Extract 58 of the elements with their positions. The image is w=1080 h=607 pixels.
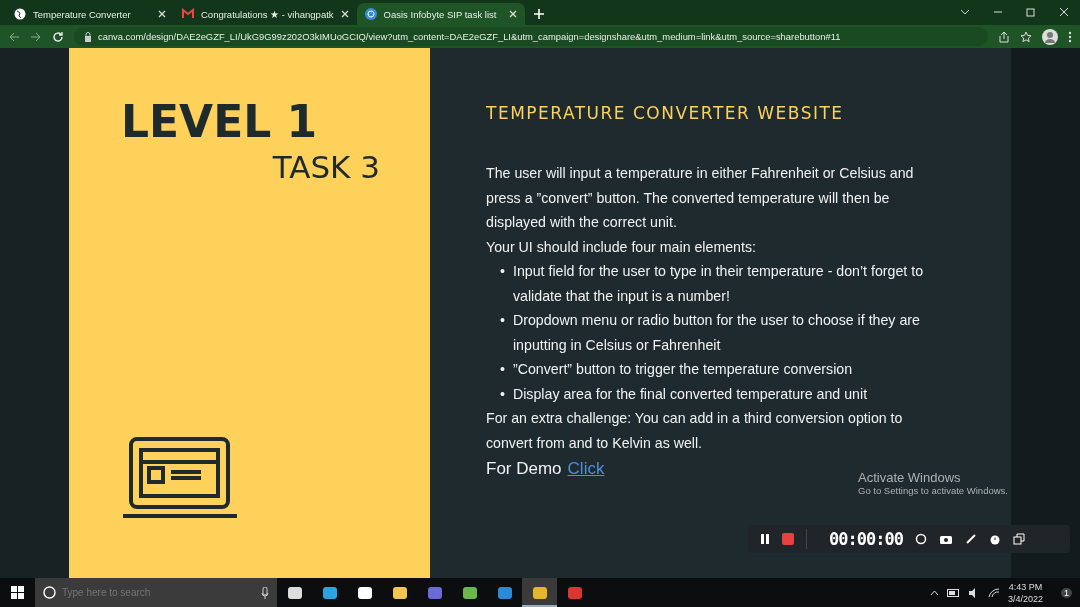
close-icon[interactable] <box>1058 6 1069 17</box>
pause-icon[interactable] <box>760 533 770 545</box>
search-icon <box>43 586 56 599</box>
taskbar-app[interactable] <box>522 578 557 607</box>
task-title: TASK 3 <box>272 149 380 185</box>
level-title: LEVEL 1 <box>121 96 319 147</box>
bullet-item: Input field for the user to type in their temperature - don’t forget to validate that the input is a number! <box>512 262 925 306</box>
close-icon[interactable] <box>340 10 349 18</box>
restore-icon[interactable] <box>1025 6 1036 17</box>
timer-icon[interactable] <box>988 533 1001 545</box>
bullet-marker: • <box>500 384 505 404</box>
activation-title: Activate Windows <box>858 470 962 485</box>
circle-icon[interactable] <box>914 533 927 545</box>
close-icon[interactable] <box>158 10 166 18</box>
demo-label: For Demo <box>486 459 562 479</box>
browser-tab[interactable]: Oasis Infobyte SIP task list <box>356 3 525 25</box>
bullet-item: Dropdown menu or radio button for the user to choose if they are inputting in Celsius or Fahrenheit <box>512 311 921 355</box>
camera-icon[interactable] <box>938 533 953 545</box>
notification-button[interactable]: 1 <box>1061 587 1072 598</box>
activation-subtitle: Go to Settings to activate Windows. <box>858 485 1008 496</box>
forward-icon[interactable] <box>30 30 42 43</box>
bullet-marker: • <box>500 262 505 281</box>
chevron-up-icon <box>929 589 939 596</box>
demo-link[interactable]: Click <box>567 459 605 479</box>
battery-icon <box>946 588 960 597</box>
microphone-icon <box>261 586 269 599</box>
mail-icon <box>182 8 194 20</box>
url-text: canva.com/design/DAE2eGZF_LI/UkG9G99z202O3kIMUoGCIQ/view?utm_content=DAE2eGZF_LI&utm_campaign=designshare&utm_medium=link&utm_source=sharebutton#11 <box>98 31 841 42</box>
body-paragraph: For an extra challenge: You can add in a third conversion option to convert from and to Kelvin as well. <box>486 409 904 453</box>
windows-start-icon[interactable] <box>11 586 24 599</box>
laptop-icon <box>121 436 239 520</box>
bullet-item: ”Convert” button to trigger the temperature conversion <box>512 360 853 379</box>
star-icon[interactable] <box>1020 30 1032 43</box>
close-icon[interactable] <box>508 10 517 18</box>
slide-heading: TEMPERATURE CONVERTER WEBSITE <box>486 103 845 123</box>
share-icon[interactable] <box>998 30 1010 43</box>
browser-tab[interactable]: Temperature Converter <box>6 3 174 25</box>
clock-time: 4:43 PM <box>1008 580 1043 593</box>
bullet-marker: • <box>500 311 505 330</box>
bullet-item: Display area for the final converted temperature and unit <box>512 384 868 404</box>
windows-overlap-icon[interactable] <box>1012 533 1025 545</box>
new-tab-icon[interactable] <box>532 8 545 20</box>
body-paragraph: The user will input a temperature in either Fahrenheit or Celsius and press a ”convert” button. The converted temperature will then be displayed with the correct unit. <box>486 164 915 232</box>
bullet-marker: • <box>500 360 505 379</box>
back-icon[interactable] <box>8 30 20 43</box>
body-paragraph: Your UI should include four main elements: <box>486 237 757 257</box>
logo-icon <box>364 8 377 20</box>
avatar-icon[interactable] <box>1042 28 1058 45</box>
recording-timer: 00:00:00 <box>829 529 903 549</box>
menu-icon[interactable] <box>1068 30 1072 43</box>
reload-icon[interactable] <box>52 30 64 43</box>
lock-icon <box>84 31 92 42</box>
pen-icon[interactable] <box>964 533 977 545</box>
clock-date: 3/4/2022 <box>1007 592 1043 605</box>
address-bar[interactable]: canva.com/design/DAE2eGZF_LI/UkG9G99z202O3kIMUoGCIQ/view?utm_content=DAE2eGZF_LI&utm_campaign=designshare&utm_medium=link&utm_source=sharebutton#11 <box>74 27 988 46</box>
browser-tab[interactable]: Congratulations ★ - vihangpatk <box>174 3 357 25</box>
stop-icon[interactable] <box>782 533 794 545</box>
wifi-icon <box>987 587 1000 598</box>
